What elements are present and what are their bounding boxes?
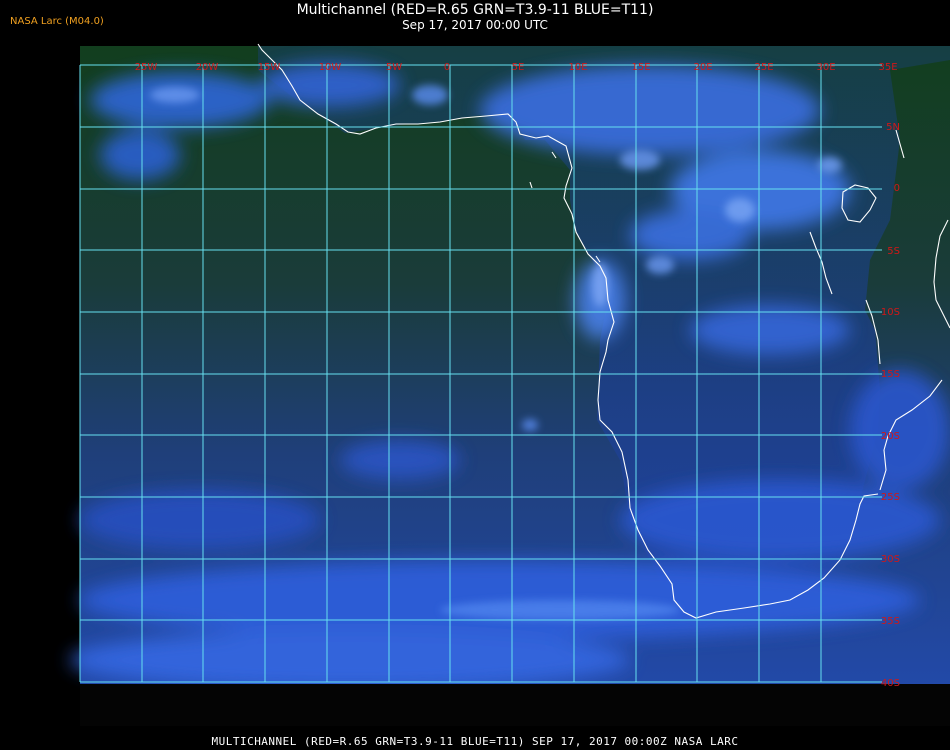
latitude-label: 15S <box>881 369 900 380</box>
longitude-label: 20E <box>693 62 712 73</box>
latitude-label: 35S <box>881 616 900 627</box>
latitude-label: 5N <box>886 122 900 133</box>
latitude-label: 0 <box>894 183 900 194</box>
longitude-label: 25W <box>135 62 158 73</box>
latitude-label: 10S <box>881 307 900 318</box>
longitude-label: 5W <box>386 62 402 73</box>
latitude-label: 30S <box>881 554 900 565</box>
latitude-label: 40S <box>881 678 900 689</box>
longitude-label: 5E <box>512 62 525 73</box>
satellite-map: 25W 20W 15W 10W 5W 0 5E 10E 15E 20E 25E 30E 35E 5N 0 5… <box>70 43 950 726</box>
satellite-imagery <box>70 46 950 726</box>
longitude-label: 25E <box>754 62 773 73</box>
lower-black-band <box>80 684 950 726</box>
longitude-label: 10E <box>568 62 587 73</box>
longitude-label: 10W <box>319 62 342 73</box>
longitude-label: 20W <box>196 62 219 73</box>
longitude-label: 15W <box>258 62 281 73</box>
latitude-label: 25S <box>881 492 900 503</box>
latitude-label: 20S <box>881 431 900 442</box>
footer-caption: MULTICHANNEL (RED=R.65 GRN=T3.9-11 BLUE=… <box>211 735 739 748</box>
longitude-label: 0 <box>444 62 450 73</box>
longitude-label: 15E <box>631 62 650 73</box>
latitude-label: 5S <box>887 246 900 257</box>
longitude-label: 30E <box>816 62 835 73</box>
longitude-label: 35E <box>878 62 897 73</box>
